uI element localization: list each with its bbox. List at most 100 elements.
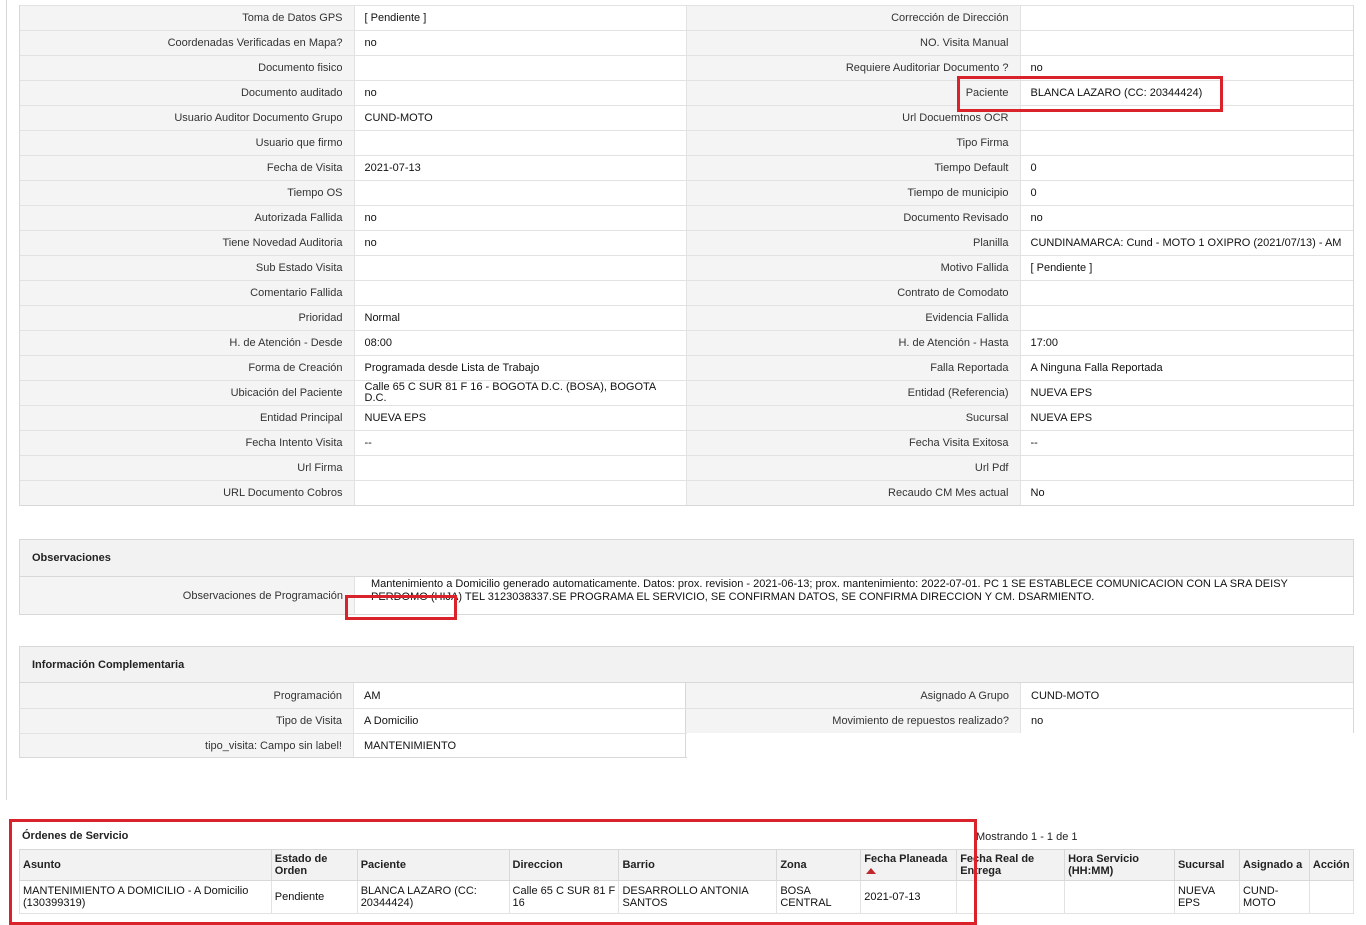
- field-value: no: [1019, 56, 1353, 80]
- field-label: Recaudo CM Mes actual: [686, 481, 1020, 505]
- detail-row: Ubicación del Paciente Calle 65 C SUR 81 …: [20, 380, 1353, 405]
- field-label: URL Documento Cobros: [20, 481, 354, 505]
- table-cell: 2021-07-13: [860, 880, 958, 914]
- field-label: NO. Visita Manual: [686, 31, 1020, 55]
- field-label: Forma de Creación: [20, 356, 354, 380]
- column-header[interactable]: Direccion: [508, 849, 620, 881]
- field-label: Entidad Principal: [20, 406, 354, 430]
- field-label: Prioridad: [20, 306, 354, 330]
- field-label: Url Docuemtnos OCR: [686, 106, 1020, 130]
- field-label: H. de Atención - Hasta: [686, 331, 1020, 355]
- column-header[interactable]: Sucursal: [1173, 849, 1240, 881]
- field-value: MANTENIMIENTO: [353, 734, 686, 757]
- field-label: Motivo Fallida: [686, 256, 1020, 280]
- field-label: Documento fisico: [20, 56, 354, 80]
- field-label: Autorizada Fallida: [20, 206, 354, 230]
- field-value: Programada desde Lista de Trabajo: [353, 356, 686, 380]
- field-value: BLANCA LAZARO (CC: 20344424): [1019, 81, 1353, 105]
- column-header-label: Hora Servicio (HH:MM): [1068, 853, 1139, 877]
- field-label: Movimiento de repuestos realizado?: [686, 709, 1020, 733]
- detail-row: Documento fisico Requiere Auditoriar Docu…: [20, 55, 1353, 80]
- column-header-label: Acción: [1312, 859, 1350, 871]
- column-header-label: Paciente: [360, 859, 406, 871]
- column-header[interactable]: Estado de Orden: [270, 849, 358, 881]
- field-label: Comentario Fallida: [20, 281, 354, 305]
- field-label: Toma de Datos GPS: [20, 6, 354, 30]
- field-value: [1019, 6, 1353, 30]
- field-value: NUEVA EPS: [1019, 406, 1353, 430]
- field-label: Sub Estado Visita: [20, 256, 354, 280]
- field-label: Ubicación del Paciente: [20, 381, 354, 405]
- field-value: [1019, 106, 1353, 130]
- detail-row: Fecha Intento Visita -- Fecha Visita Exito…: [20, 430, 1353, 455]
- field-label: Documento Revisado: [686, 206, 1020, 230]
- detail-row: Fecha de Visita 2021-07-13 Tiempo Default 0: [20, 155, 1353, 180]
- table-cell: BOSA CENTRAL: [776, 880, 862, 914]
- field-value: CUNDINAMARCA: Cund - MOTO 1 OXIPRO (2021…: [1019, 231, 1353, 255]
- field-value: 0: [1019, 181, 1353, 205]
- field-value: no: [353, 206, 686, 230]
- field-label: Usuario Auditor Documento Grupo: [20, 106, 354, 130]
- detail-row: Forma de Creación Programada desde Lista …: [20, 355, 1353, 380]
- sort-ascending-icon[interactable]: [866, 868, 877, 874]
- column-header-label: Barrio: [622, 859, 655, 871]
- field-label: tipo_visita: Campo sin label!: [19, 734, 353, 757]
- field-value: [1019, 31, 1353, 55]
- detail-row: Comentario Fallida Contrato de Comodato: [20, 280, 1353, 305]
- observaciones-title: Observaciones: [20, 540, 1353, 577]
- field-label: Tiempo OS: [20, 181, 354, 205]
- field-label: Tipo Firma: [686, 131, 1020, 155]
- column-header-label: Estado de Orden: [274, 853, 328, 877]
- field-label: H. de Atención - Desde: [20, 331, 354, 355]
- field-value: no: [1019, 206, 1353, 230]
- info-row: Tipo de Visita A Domicilio Movimiento de r…: [19, 708, 1354, 733]
- field-label: Url Firma: [20, 456, 354, 480]
- field-value: A Ninguna Falla Reportada: [1019, 356, 1353, 380]
- column-header[interactable]: Paciente: [356, 849, 510, 881]
- detail-row: Tiene Novedad Auditoria no Planilla CUNDINA…: [20, 230, 1353, 255]
- field-value: no: [1020, 709, 1354, 733]
- field-value: CUND-MOTO: [353, 106, 686, 130]
- field-label: Falla Reportada: [686, 356, 1020, 380]
- field-value: 17:00: [1019, 331, 1353, 355]
- field-label: Documento auditado: [20, 81, 354, 105]
- field-label: Url Pdf: [686, 456, 1020, 480]
- column-header[interactable]: Hora Servicio (HH:MM): [1064, 849, 1175, 881]
- detail-row: Prioridad Normal Evidencia Fallida: [20, 305, 1353, 330]
- field-label: Planilla: [686, 231, 1020, 255]
- detail-row: Entidad Principal NUEVA EPS Sucursal NUEVA …: [20, 405, 1353, 430]
- column-header-label: Direccion: [512, 859, 563, 871]
- field-value: [ Pendiente ]: [1019, 256, 1353, 280]
- field-value: Calle 65 C SUR 81 F 16 - BOGOTA D.C. (BO…: [353, 381, 686, 405]
- observaciones-label: Observaciones de Programación: [20, 577, 354, 614]
- table-cell: [1308, 880, 1355, 914]
- field-value: No: [1019, 481, 1353, 505]
- field-value: Normal: [353, 306, 686, 330]
- detail-row: Documento auditado no Paciente BLANCA LAZAR…: [20, 80, 1353, 105]
- column-header[interactable]: Zona: [776, 849, 862, 881]
- field-value: [353, 256, 686, 280]
- column-header[interactable]: Asunto: [19, 849, 272, 881]
- field-label: Sucursal: [686, 406, 1020, 430]
- column-header[interactable]: Asignado a: [1238, 849, 1310, 881]
- column-header[interactable]: Fecha Planeada: [860, 849, 958, 881]
- detail-row: Usuario Auditor Documento Grupo CUND-MOTO…: [20, 105, 1353, 130]
- field-label: Tiempo de municipio: [686, 181, 1020, 205]
- visit-detail-table: Toma de Datos GPS [ Pendiente ] Corrección…: [19, 5, 1354, 506]
- column-header[interactable]: Acción: [1308, 849, 1355, 881]
- field-value: NUEVA EPS: [353, 406, 686, 430]
- column-header[interactable]: Barrio: [618, 849, 778, 881]
- table-cell: BLANCA LAZARO (CC: 20344424): [356, 880, 510, 914]
- field-value: [1019, 281, 1353, 305]
- field-value: [1019, 306, 1353, 330]
- field-label: Corrección de Dirección: [686, 6, 1020, 30]
- field-value: [353, 181, 686, 205]
- field-value: 08:00: [353, 331, 686, 355]
- field-label: Paciente: [686, 81, 1020, 105]
- field-label: Fecha Visita Exitosa: [686, 431, 1020, 455]
- column-header[interactable]: Fecha Real de Entrega: [956, 849, 1066, 881]
- detail-row: URL Documento Cobros Recaudo CM Mes actua…: [20, 480, 1353, 505]
- table-row[interactable]: MANTENIMIENTO A DOMICILIO - A Domicilio …: [19, 880, 1355, 914]
- field-label: Tipo de Visita: [19, 709, 353, 733]
- table-cell: NUEVA EPS: [1173, 880, 1240, 914]
